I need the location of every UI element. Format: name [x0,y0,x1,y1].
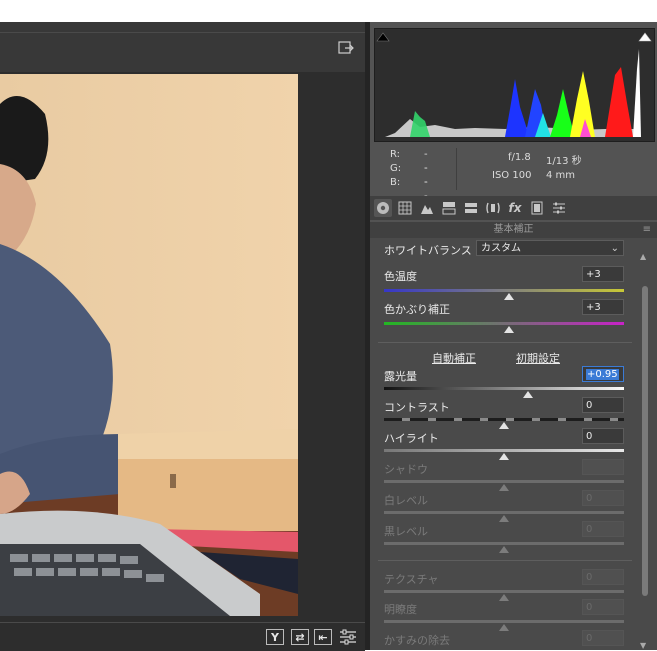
tint-label: 色かぶり補正 [384,303,450,316]
rgb-readout: R:--- G:--- B:--- [390,148,428,216]
detail-icon[interactable] [418,199,436,217]
lens-icon[interactable] [484,199,502,217]
shadow-clip-warning-icon [376,32,390,42]
texture-label: テクスチャ [384,573,439,586]
focal-length-value: 4 mm [546,170,576,181]
highlights-label: ハイライト [384,432,439,445]
blacks-label: 黒レベル [384,525,428,538]
aperture-value: f/1.8 [508,152,531,163]
exposure-track[interactable] [384,387,624,390]
scroll-up-icon[interactable]: ▲ [640,252,646,261]
settings-sliders-icon[interactable] [339,629,357,645]
section-title: 基本補正 [493,224,534,235]
b-label: B: [390,177,401,188]
adjustment-panel: R:--- G:--- B:--- f/1.8 1/13 秒 ISO 100 4… [370,22,657,650]
copy-settings-button[interactable]: ⇤ [314,629,332,645]
clarity-label: 明瞭度 [384,603,417,616]
temperature-track[interactable] [384,289,624,292]
default-link[interactable]: 初期設定 [516,350,560,366]
panel-tabs: fx [370,196,657,220]
texture-value: 0 [582,569,624,585]
r-label: R: [390,149,401,160]
shadows-track [384,480,624,483]
chevron-down-icon: ⌄ [610,243,619,254]
clarity-value: 0 [582,599,624,615]
toolbar-divider [0,32,365,33]
divider [378,560,632,561]
hsl-icon[interactable] [440,199,458,217]
open-in-icon[interactable] [338,40,354,56]
scroll-down-icon[interactable]: ▼ [640,641,646,650]
tone-curve-icon[interactable] [396,199,414,217]
clarity-thumb [499,624,509,631]
highlights-track[interactable] [384,449,624,452]
basic-icon[interactable] [374,199,392,217]
tint-track[interactable] [384,322,624,325]
metadata-readout: R:--- G:--- B:--- f/1.8 1/13 秒 ISO 100 4… [370,144,657,216]
exposure-thumb[interactable] [523,391,533,398]
shadows-value [582,459,624,475]
basic-panel-content: ホワイトバランス : カスタム ⌄ 色温度 +3 色かぶり補正 +3 自動補正 … [370,238,657,650]
contrast-thumb[interactable] [499,422,509,429]
iso-value: ISO 100 [492,170,532,181]
white-balance-select[interactable]: カスタム ⌄ [476,240,624,256]
presets-icon[interactable] [550,199,568,217]
clarity-track [384,620,624,623]
shadows-label: シャドウ [384,463,428,476]
dehaze-label: かすみの除去 [384,634,450,647]
whites-track [384,511,624,514]
camera-calibration-icon[interactable] [528,199,546,217]
panel-menu-icon[interactable]: ≡ [643,222,651,238]
exposure-value-text: +0.95 [586,369,619,380]
whites-thumb [499,515,509,522]
preview-bottom-bar: Y ⇄ ⇤ [0,622,365,651]
texture-track [384,590,624,593]
scrollbar-thumb[interactable] [642,286,648,596]
contrast-track[interactable] [384,418,624,421]
tint-value[interactable]: +3 [582,299,624,315]
blacks-thumb [499,546,509,553]
blacks-track [384,542,624,545]
panel-scrollbar[interactable]: ▲ ▼ [640,252,650,650]
divider [378,342,632,343]
shutter-value: 1/13 秒 [546,156,582,167]
texture-thumb [499,594,509,601]
whites-value: 0 [582,490,624,506]
whites-label: 白レベル [384,494,428,507]
temperature-label: 色温度 [384,270,417,283]
highlights-thumb[interactable] [499,453,509,460]
readout-separator [456,148,457,190]
section-header: 基本補正 ≡ [370,222,657,238]
contrast-value[interactable]: 0 [582,397,624,413]
white-balance-value: カスタム [481,243,521,254]
photo-preview[interactable] [0,74,298,616]
preview-area: Y ⇄ ⇤ [0,22,365,651]
highlight-clip-warning-icon [638,32,652,42]
white-balance-label: ホワイトバランス : [384,244,479,257]
fx-icon[interactable]: fx [506,199,524,217]
exposure-value[interactable]: +0.95 [582,366,624,382]
camera-raw-window: Y ⇄ ⇤ R: --- G: -- B: - f/1.8 1/13 秒 ISO… [0,22,657,651]
before-after-toggle-button[interactable]: Y [266,629,284,645]
shadows-thumb [499,484,509,491]
g-label: G: [390,163,402,174]
contrast-label: コントラスト [384,401,450,414]
histogram [374,28,655,142]
camera-info: f/1.8 1/13 秒 ISO 100 4 mm [470,152,640,186]
swap-settings-button[interactable]: ⇄ [291,629,309,645]
dehaze-value: 0 [582,630,624,646]
highlights-value[interactable]: 0 [582,428,624,444]
split-toning-icon[interactable] [462,199,480,217]
blacks-value: 0 [582,521,624,537]
temperature-value[interactable]: +3 [582,266,624,282]
tint-thumb[interactable] [503,326,514,333]
temperature-thumb[interactable] [503,293,514,300]
preview-toolbar [0,22,365,72]
auto-link[interactable]: 自動補正 [432,350,476,366]
exposure-label: 露光量 [384,370,417,383]
